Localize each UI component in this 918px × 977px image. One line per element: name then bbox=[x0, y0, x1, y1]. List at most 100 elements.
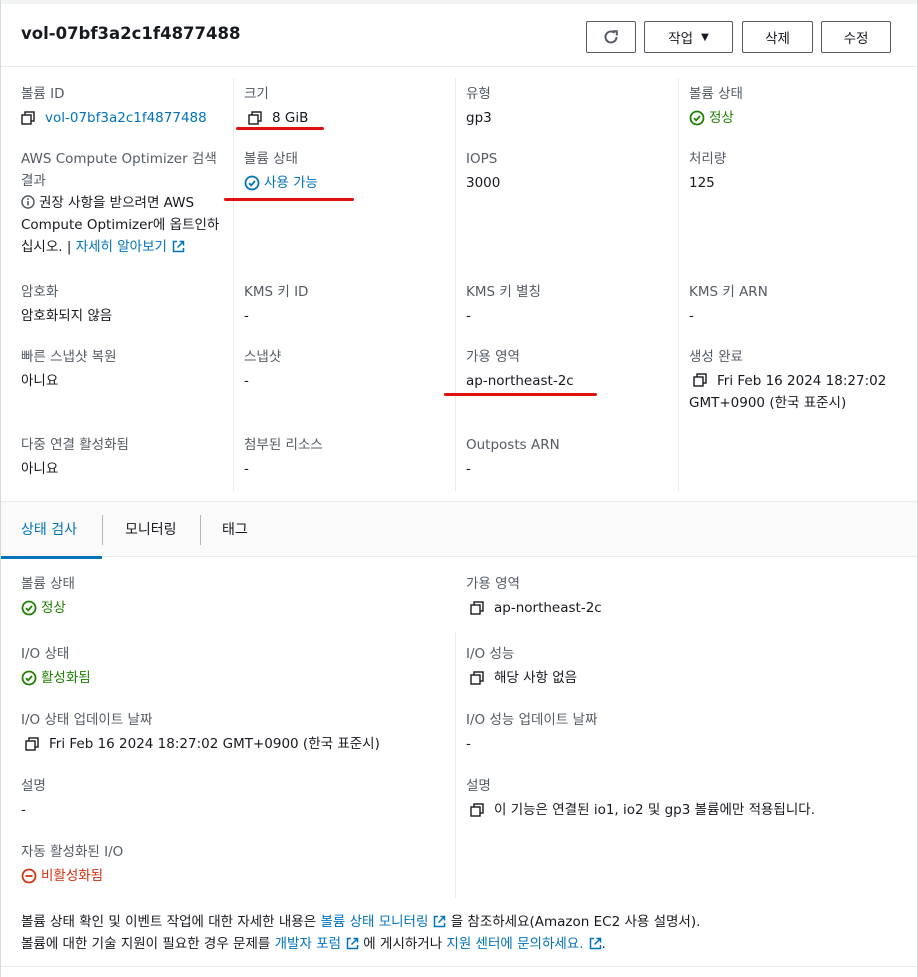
tab-monitoring[interactable]: 모니터링 bbox=[125, 519, 177, 539]
footer-text: 에 게시하거나 bbox=[359, 936, 447, 952]
panel-header: vol-07bf3a2c1f4877488 작업 ▼ 삭제 수정 bbox=[1, 0, 917, 67]
external-link-icon bbox=[172, 240, 185, 253]
panel-bottom-border bbox=[1, 966, 917, 967]
tab-status-checks[interactable]: 상태 검사 bbox=[21, 519, 77, 539]
fast-restore-label: 빠른 스냅샷 복원 bbox=[21, 349, 117, 365]
footer-text: 볼륨 상태 확인 및 이벤트 작업에 대한 자세한 내용은 bbox=[21, 914, 321, 930]
size-value: 8 GiB bbox=[272, 110, 309, 126]
external-link-icon bbox=[589, 937, 601, 950]
check-circle-icon bbox=[689, 110, 705, 126]
description-label: 설명 bbox=[21, 778, 46, 794]
io-update-value: Fri Feb 16 2024 18:27:02 GMT+0900 (한국 표준… bbox=[49, 736, 380, 752]
copy-icon[interactable] bbox=[470, 671, 484, 685]
az-value: ap-northeast-2c bbox=[466, 373, 574, 389]
modify-button[interactable]: 수정 bbox=[821, 21, 891, 53]
io-performance-value: 해당 사항 없음 bbox=[494, 670, 578, 686]
encryption-label: 암호화 bbox=[21, 284, 59, 300]
type-value: gp3 bbox=[466, 110, 492, 126]
delete-button[interactable]: 삭제 bbox=[742, 21, 813, 53]
status-az-label: 가용 영역 bbox=[466, 576, 520, 592]
refresh-button[interactable] bbox=[586, 21, 636, 53]
footer-text: 을 참조하세요(Amazon EC2 사용 설명서). bbox=[446, 914, 701, 930]
column-divider bbox=[455, 78, 456, 491]
status-volume-status-label: 볼륨 상태 bbox=[21, 576, 75, 592]
size-label: 크기 bbox=[244, 86, 269, 102]
io-update-label: I/O 상태 업데이트 날짜 bbox=[21, 712, 153, 728]
tab-bar: 상태 검사 모니터링 태그 bbox=[1, 501, 917, 559]
kms-id-label: KMS 키 ID bbox=[244, 284, 309, 300]
caret-down-icon: ▼ bbox=[701, 31, 709, 43]
outposts-label: Outposts ARN bbox=[466, 437, 560, 453]
created-value: Fri Feb 16 2024 18:27:02 GMT+0900 (한국 표준… bbox=[689, 373, 887, 411]
copy-icon[interactable] bbox=[25, 737, 39, 751]
description-label: 설명 bbox=[466, 778, 491, 794]
volume-status-monitoring-link[interactable]: 볼륨 상태 모니터링 bbox=[320, 914, 428, 930]
tab-divider bbox=[102, 515, 103, 545]
kms-alias-value: - bbox=[466, 308, 471, 324]
status-az-value: ap-northeast-2c bbox=[494, 600, 602, 616]
kms-arn-value: - bbox=[689, 308, 694, 324]
io-status-label: I/O 상태 bbox=[21, 646, 70, 662]
io-performance-update-value: - bbox=[466, 736, 471, 752]
io-performance-update-label: I/O 성능 업데이트 날짜 bbox=[466, 712, 598, 728]
volume-detail-panel: vol-07bf3a2c1f4877488 작업 ▼ 삭제 수정 볼륨 ID v… bbox=[0, 0, 918, 977]
volume-status-value: 정상 bbox=[709, 110, 734, 126]
column-divider bbox=[233, 78, 234, 491]
column-divider bbox=[678, 78, 679, 491]
annotation-underline bbox=[444, 393, 597, 396]
footer-text: 볼륨에 대한 기술 지원이 필요한 경우 문제를 bbox=[21, 936, 275, 952]
actions-label: 작업 bbox=[668, 31, 694, 47]
snapshot-label: 스냅샷 bbox=[244, 349, 282, 365]
minus-circle-icon bbox=[21, 868, 37, 884]
copy-icon[interactable] bbox=[693, 373, 707, 387]
kms-alias-label: KMS 키 별칭 bbox=[466, 284, 541, 300]
info-icon bbox=[21, 195, 35, 209]
volume-status-label: 볼륨 상태 bbox=[689, 86, 743, 102]
external-link-icon bbox=[434, 915, 446, 928]
created-label: 생성 완료 bbox=[689, 349, 743, 365]
copy-icon[interactable] bbox=[21, 111, 35, 125]
io-status-value: 활성화됨 bbox=[41, 670, 91, 686]
description-value: - bbox=[21, 802, 26, 818]
footer-note: 볼륨 상태 확인 및 이벤트 작업에 대한 자세한 내용은 볼륨 상태 모니터링… bbox=[21, 911, 700, 933]
volume-state-label: 볼륨 상태 bbox=[244, 151, 298, 167]
kms-id-value: - bbox=[244, 308, 249, 324]
footer-text: . bbox=[601, 936, 606, 952]
io-performance-label: I/O 성능 bbox=[466, 646, 515, 662]
copy-icon[interactable] bbox=[470, 803, 484, 817]
iops-label: IOPS bbox=[466, 151, 498, 167]
annotation-underline bbox=[224, 198, 354, 201]
volume-state-value: 사용 가능 bbox=[264, 175, 318, 191]
volume-id-link[interactable]: vol-07bf3a2c1f4877488 bbox=[45, 107, 207, 129]
copy-icon[interactable] bbox=[248, 111, 262, 125]
check-circle-icon bbox=[21, 670, 37, 686]
page-title: vol-07bf3a2c1f4877488 bbox=[21, 24, 241, 43]
auto-io-value: 비활성화됨 bbox=[41, 868, 104, 884]
encryption-value: 암호화되지 않음 bbox=[21, 308, 113, 324]
multi-attach-value: 아니요 bbox=[21, 461, 59, 477]
type-label: 유형 bbox=[466, 86, 491, 102]
outposts-value: - bbox=[466, 461, 471, 477]
kms-arn-label: KMS 키 ARN bbox=[689, 284, 768, 300]
az-label: 가용 영역 bbox=[466, 349, 520, 365]
status-volume-status-value: 정상 bbox=[41, 600, 66, 616]
check-circle-icon bbox=[244, 175, 260, 191]
throughput-value: 125 bbox=[689, 175, 715, 191]
description-value: 이 기능은 연결된 io1, io2 및 gp3 볼륨에만 적용됩니다. bbox=[494, 802, 815, 818]
optimizer-label: AWS Compute Optimizer 검색 결과 bbox=[21, 151, 217, 189]
copy-icon[interactable] bbox=[470, 601, 484, 615]
fast-restore-value: 아니요 bbox=[21, 373, 59, 389]
auto-io-label: 자동 활성화된 I/O bbox=[21, 844, 124, 860]
check-circle-icon bbox=[21, 600, 37, 616]
volume-id-label: 볼륨 ID bbox=[21, 86, 65, 102]
iops-value: 3000 bbox=[466, 175, 501, 191]
support-center-link[interactable]: 지원 센터에 문의하세요. bbox=[446, 936, 583, 952]
multi-attach-label: 다중 연결 활성화됨 bbox=[21, 437, 129, 453]
developer-forum-link[interactable]: 개발자 포럼 bbox=[275, 936, 341, 952]
active-tab-indicator bbox=[1, 556, 102, 559]
column-divider bbox=[455, 632, 456, 898]
actions-dropdown[interactable]: 작업 ▼ bbox=[644, 21, 733, 53]
tab-tags[interactable]: 태그 bbox=[222, 519, 248, 539]
footer-note: 볼륨에 대한 기술 지원이 필요한 경우 문제를 개발자 포럼 에 게시하거나 … bbox=[21, 933, 606, 955]
learn-more-link[interactable]: 자세히 알아보기 bbox=[76, 239, 167, 255]
